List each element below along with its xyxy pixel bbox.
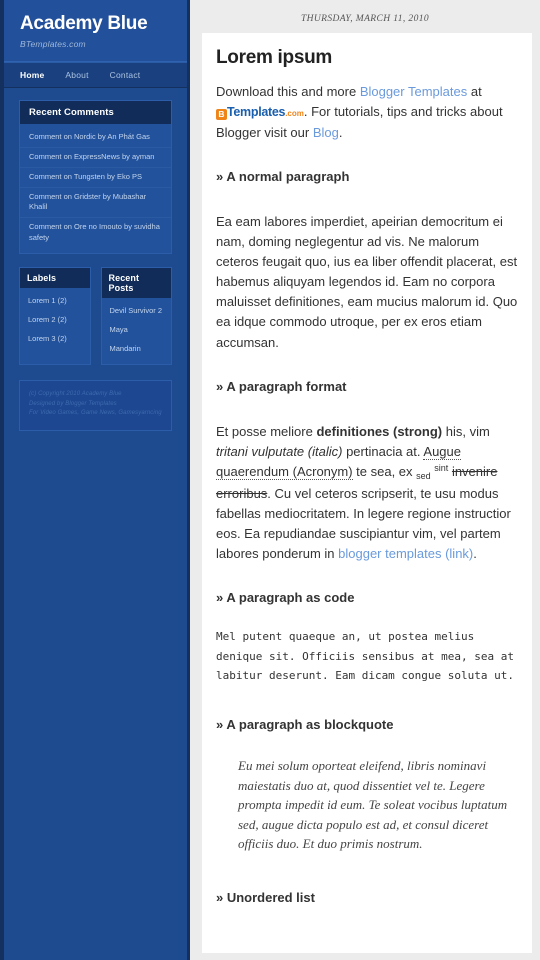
intro-paragraph: Download this and more Blogger Templates… bbox=[216, 82, 518, 143]
blog-tagline: BTemplates.com bbox=[20, 38, 86, 49]
widget-title-recent-comments: Recent Comments bbox=[20, 100, 171, 124]
heading-paragraph-blockquote: » A paragraph as blockquote bbox=[216, 717, 394, 733]
widget-title-recent-posts: Recent Posts bbox=[101, 268, 171, 299]
widget-labels: Labels Lorem 1 (2) Lorem 2 (2) Lorem 3 (… bbox=[19, 267, 91, 365]
post-date: THURSDAY, MARCH 11, 2010 bbox=[300, 14, 430, 24]
btemplates-badge-icon: B bbox=[216, 109, 227, 121]
pf-text-1: Et posse meliore bbox=[216, 423, 317, 439]
page-title: Lorem ipsum bbox=[216, 47, 332, 68]
recent-comments-list: Comment on Nordic by An Phát Gas Comment… bbox=[20, 124, 171, 253]
recent-posts-list: Devil Survivor 2 Maya Mandarin bbox=[102, 298, 172, 364]
list-item[interactable]: Comment on Ore no Imouto by suvidha safe… bbox=[20, 218, 171, 248]
btemplates-name: Templates bbox=[227, 105, 286, 120]
heading-paragraph-format: » A paragraph format bbox=[216, 378, 347, 394]
blockquote-body: Eu mei solum oporteat eleifend, libris n… bbox=[238, 758, 508, 852]
paragraph-format-body: Et posse meliore definitiones (strong) h… bbox=[216, 422, 518, 565]
nav-item-about[interactable]: About bbox=[63, 69, 90, 81]
btemplates-com: .com bbox=[285, 109, 304, 119]
heading-normal-paragraph: » A normal paragraph bbox=[216, 168, 350, 184]
list-item[interactable]: Lorem 2 (2) bbox=[20, 311, 90, 330]
list-item[interactable]: Lorem 3 (2) bbox=[20, 330, 90, 349]
footer-topics: For Video Games, Game News, Gamesyarncin… bbox=[29, 410, 162, 417]
list-item[interactable]: Comment on Tungsten by Eko PS bbox=[20, 168, 171, 188]
main-navigation: Home About Contact bbox=[4, 61, 187, 88]
pf-text-6: . bbox=[473, 546, 477, 562]
widget-row: Labels Lorem 1 (2) Lorem 2 (2) Lorem 3 (… bbox=[19, 267, 172, 378]
blog-title: Academy Blue bbox=[20, 13, 148, 34]
sidebar-footer: (c) Copyright 2010 Academy Blue Designed… bbox=[19, 379, 172, 432]
pf-strong: definitiones (strong) bbox=[316, 423, 443, 439]
sidebar-widget-area: Recent Comments Comment on Nordic by An … bbox=[4, 88, 187, 432]
footer-designer: Designed by Blogger Templates bbox=[29, 400, 117, 407]
list-item[interactable]: Comment on Nordic by An Phát Gas bbox=[20, 128, 171, 148]
blog-header: Academy Blue BTemplates.com bbox=[4, 0, 187, 62]
heading-paragraph-code: » A paragraph as code bbox=[216, 590, 355, 606]
intro-text-4: . bbox=[338, 124, 343, 140]
widget-recent-posts: Recent Posts Devil Survivor 2 Maya Manda… bbox=[100, 267, 172, 365]
intro-text-2: at bbox=[467, 84, 482, 99]
pf-text-3: pertinacia at. bbox=[342, 443, 424, 459]
sidebar: Academy Blue BTemplates.com Home About C… bbox=[0, 0, 190, 960]
pf-link[interactable]: blogger templates (link) bbox=[338, 546, 473, 561]
code-block: Mel putent quaeque an, ut postea melius … bbox=[216, 630, 515, 682]
blog-link[interactable]: Blog bbox=[313, 125, 339, 140]
pf-text-2: his, vim bbox=[442, 423, 490, 439]
blogger-templates-link[interactable]: Blogger Templates bbox=[360, 84, 467, 99]
pf-superscript: sint bbox=[434, 462, 449, 473]
pf-text-4: te sea, ex bbox=[352, 463, 417, 479]
pf-italic: tritani vulputate (italic) bbox=[216, 443, 343, 459]
nav-item-home[interactable]: Home bbox=[18, 69, 46, 81]
intro-text-1: Download this and more bbox=[216, 84, 360, 99]
widget-title-labels: Labels bbox=[20, 268, 90, 289]
list-item[interactable]: Maya bbox=[102, 321, 172, 340]
btemplates-logo: B Templates.com bbox=[216, 104, 304, 121]
labels-list: Lorem 1 (2) Lorem 2 (2) Lorem 3 (2) bbox=[20, 288, 90, 354]
widget-recent-comments: Recent Comments Comment on Nordic by An … bbox=[19, 99, 172, 255]
footer-copyright: (c) Copyright 2010 Academy Blue bbox=[29, 390, 122, 397]
list-item[interactable]: Lorem 1 (2) bbox=[20, 292, 90, 311]
pf-subscript: sed bbox=[416, 470, 431, 481]
blog-post: Lorem ipsum Download this and more Blogg… bbox=[202, 33, 532, 953]
list-item[interactable]: Comment on ExpressNews by ayman bbox=[20, 148, 171, 168]
normal-paragraph-body: Ea eam labores imperdiet, apeirian democ… bbox=[216, 213, 518, 350]
list-item[interactable]: Comment on Gridster by Mubashar Khalil bbox=[20, 188, 171, 219]
nav-item-contact[interactable]: Contact bbox=[108, 69, 143, 81]
main-content: THURSDAY, MARCH 11, 2010 Lorem ipsum Dow… bbox=[190, 0, 540, 960]
list-item[interactable]: Devil Survivor 2 bbox=[102, 302, 172, 321]
heading-unordered-list: » Unordered list bbox=[216, 889, 315, 905]
list-item[interactable]: Mandarin bbox=[102, 340, 172, 359]
